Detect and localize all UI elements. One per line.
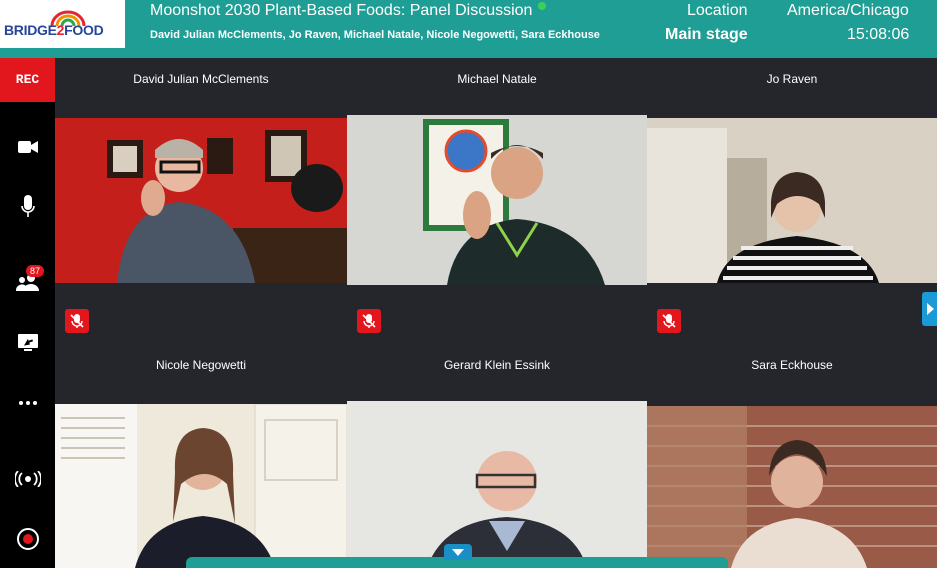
microphone-button[interactable] [0,189,55,225]
participant-video [347,115,647,285]
participant-video [55,404,347,568]
logo-text: BRIDGE2FOOD [4,22,104,38]
video-tile-david[interactable]: David Julian McClements [55,58,347,344]
record-button[interactable] [0,521,55,557]
live-indicator [538,2,546,10]
session-title: Moonshot 2030 Plant-Based Foods: Panel D… [150,2,533,19]
record-icon [16,528,39,550]
mic-off-icon [362,314,376,328]
screen-share-icon [17,334,38,351]
next-page-button[interactable] [922,292,937,326]
bridge2food-logo: BRIDGE2FOOD [0,0,125,48]
video-tile-sara[interactable]: Sara Eckhouse [647,344,937,568]
participants-count-badge: 87 [26,265,45,277]
clock: 15:08:06 [847,26,910,43]
participant-video [55,118,347,283]
mic-off-icon [662,314,676,328]
mic-off-icon [70,314,84,328]
participant-name: Sara Eckhouse [751,358,833,372]
muted-indicator [657,309,681,333]
more-icon [18,401,37,405]
participant-name: Michael Natale [457,72,537,86]
participant-video [647,118,937,283]
microphone-icon [20,195,35,217]
video-tile-jo[interactable]: Jo Raven [647,58,937,344]
participant-name: Gerard Klein Essink [443,358,551,372]
left-sidebar: REC 87 [0,58,55,568]
camera-icon [17,141,38,153]
participant-video [347,401,647,568]
participant-name: Nicole Negowetti [155,358,247,372]
chevron-right-icon [926,303,934,315]
rec-button[interactable]: REC [0,58,55,102]
panelists-list: David Julian McClements, Jo Raven, Micha… [150,29,600,41]
video-tile-michael[interactable]: Michael Natale [347,58,647,344]
camera-button[interactable] [0,129,55,165]
muted-indicator [357,309,381,333]
location-value: Main stage [665,26,748,43]
chevron-down-icon [452,549,464,556]
video-tile-nicole[interactable]: Nicole Negowetti [55,344,347,568]
expand-toolbar-button[interactable] [444,544,472,560]
participant-name: David Julian McClements [133,72,269,86]
participant-video [647,406,937,568]
top-header: BRIDGE2FOOD Moonshot 2030 Plant-Based Fo… [0,0,937,58]
broadcast-icon [14,471,41,487]
timezone: America/Chicago [787,2,909,19]
participants-button[interactable]: 87 [0,264,55,300]
muted-indicator [65,309,89,333]
video-tile-gerard[interactable]: Gerard Klein Essink [347,344,647,568]
broadcast-button[interactable] [0,461,55,497]
location-label: Location [687,2,748,19]
more-button[interactable] [0,385,55,421]
screen-share-button[interactable] [0,325,55,361]
participant-name: Jo Raven [766,72,818,86]
